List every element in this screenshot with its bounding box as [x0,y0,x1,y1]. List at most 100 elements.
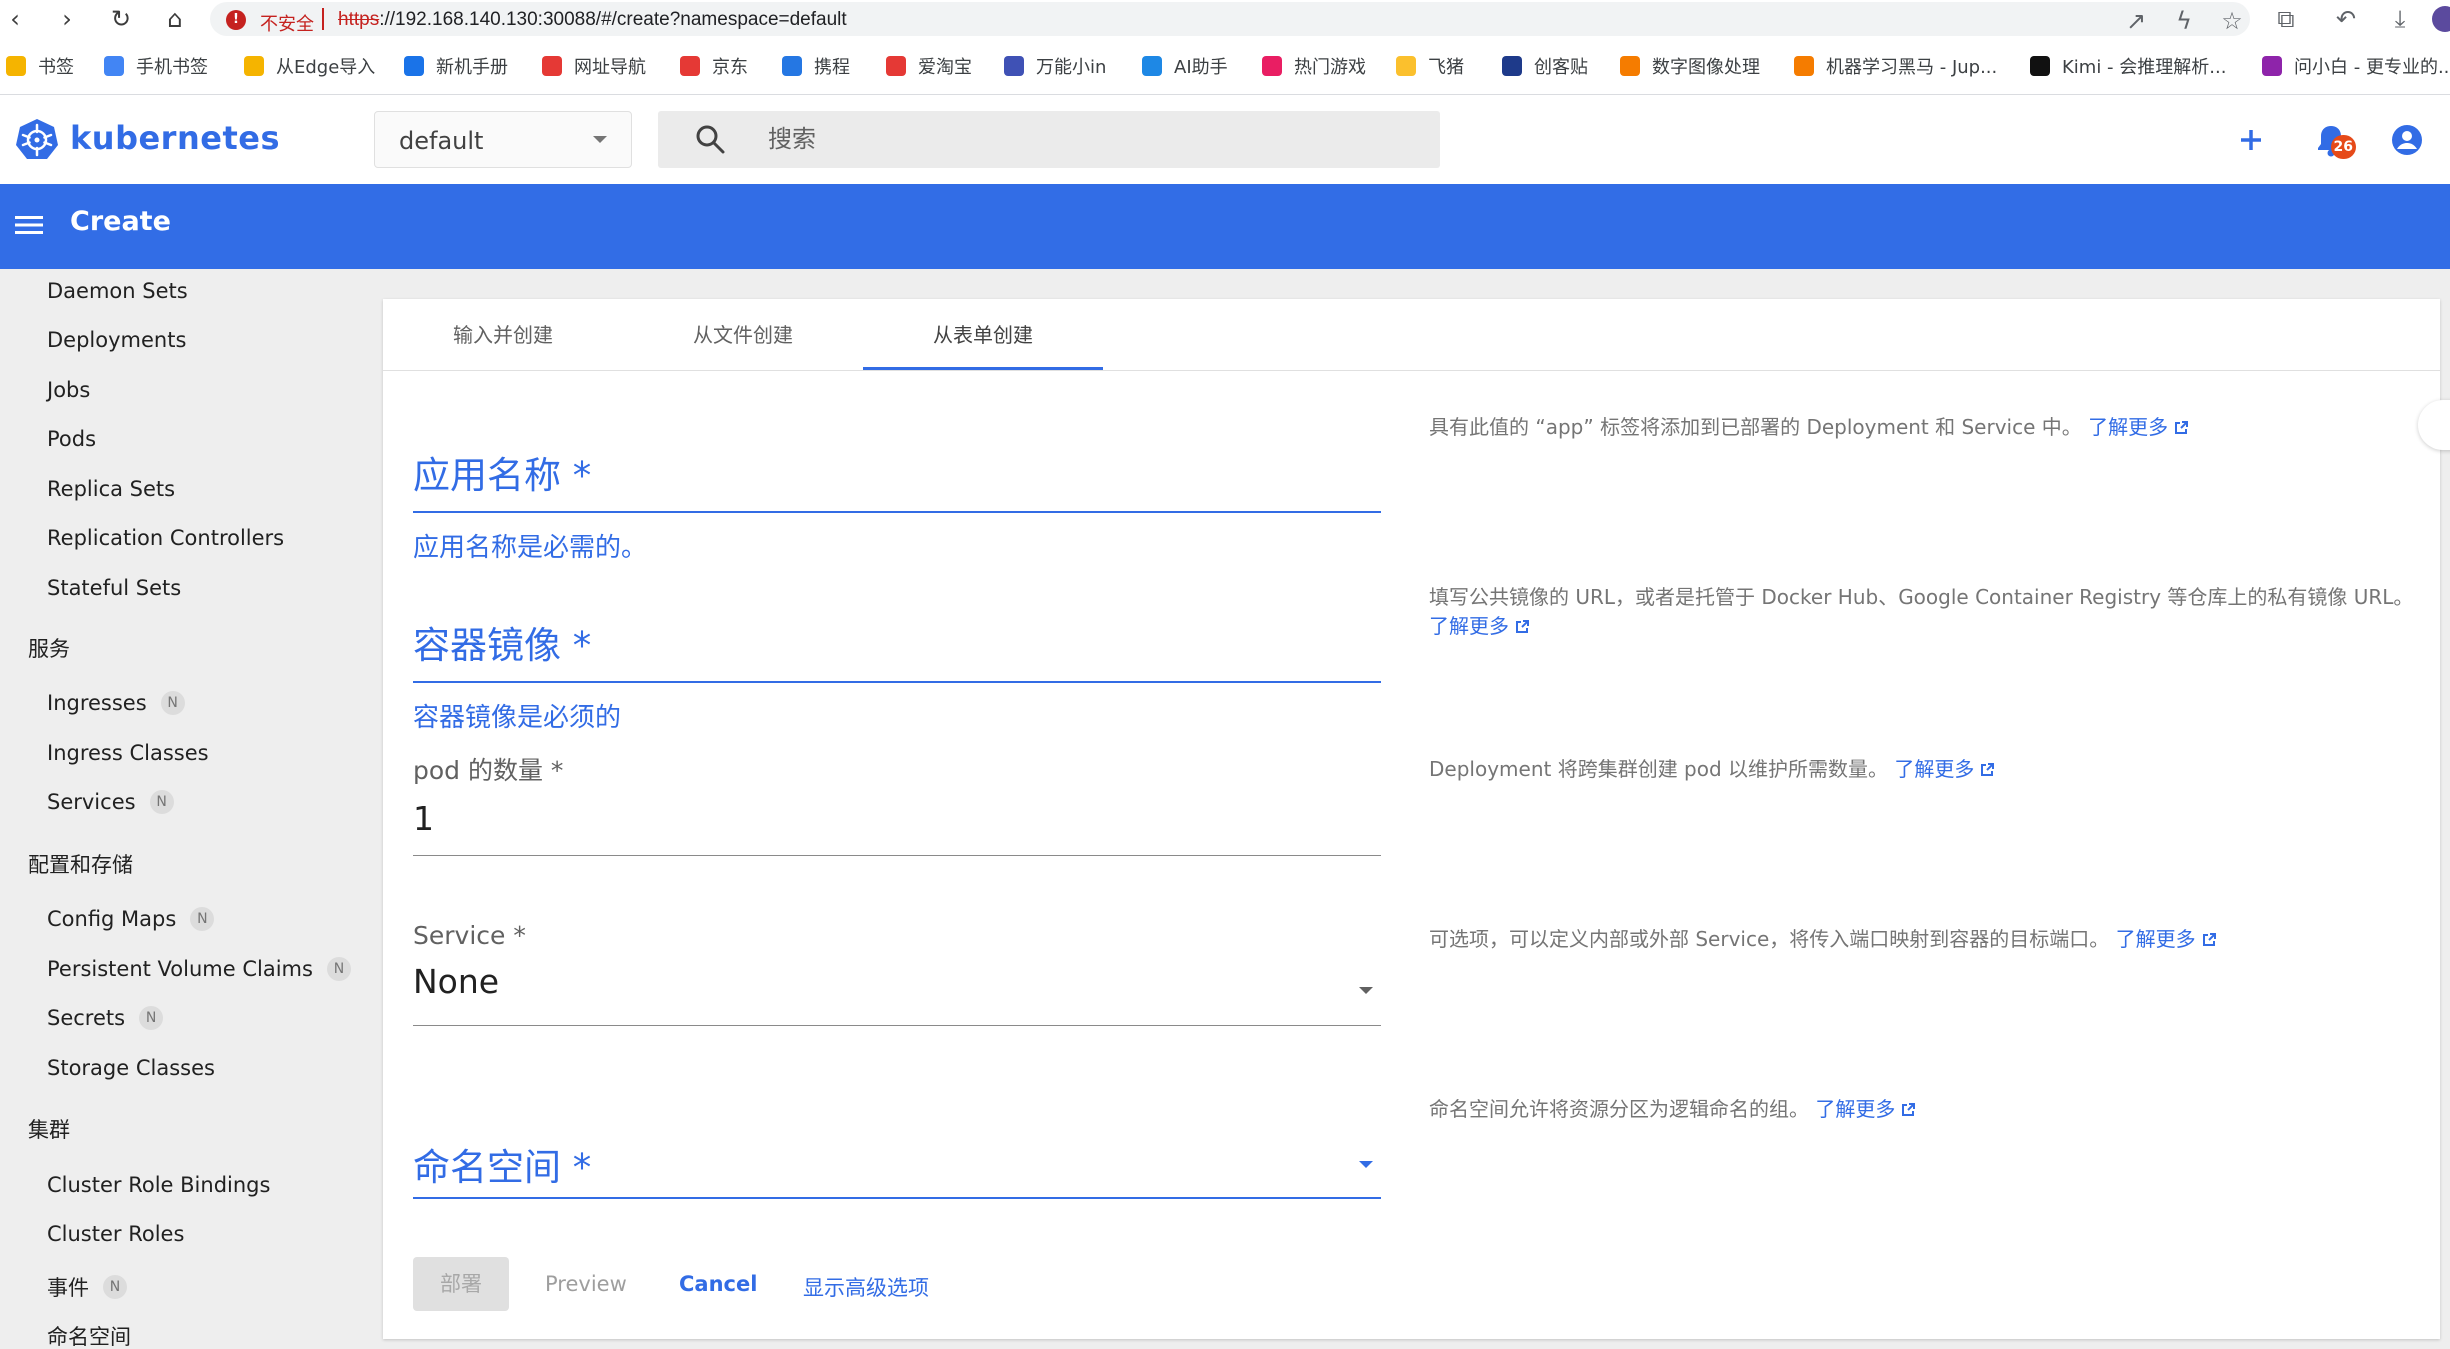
bookmark-item[interactable]: 热门游戏 [1262,54,1366,78]
sidebar-item-daemon-sets[interactable]: Daemon Sets [47,279,188,303]
url-bar[interactable]: ! 不安全 https://192.168.140.130:30088/#/cr… [210,2,2250,36]
notifications-button[interactable]: 26 [2306,115,2356,165]
bookmark-item[interactable]: 从Edge导入 [244,54,375,78]
bookmark-item[interactable]: 数字图像处理 [1620,54,1760,78]
container-image-underline [413,681,1381,683]
namespace-select-value: default [399,127,484,155]
tab-create-from-file[interactable]: 从文件创建 [623,299,863,371]
reload-icon[interactable]: ↻ [106,4,136,34]
phone-bookmark-icon [104,56,124,76]
namespaced-badge: N [139,1006,164,1030]
sidebar-item-replica-sets[interactable]: Replica Sets [47,477,175,501]
bookmark-item[interactable]: 京东 [680,54,748,78]
sidebar-item-deployments[interactable]: Deployments [47,328,186,352]
security-warning-icon[interactable]: ! [226,10,246,30]
forward-icon[interactable]: › [52,4,82,34]
bookmark-label: 手机书签 [136,57,208,78]
bookmark-item[interactable]: 新机手册 [404,54,508,78]
pod-count-underline [413,855,1381,856]
bookmark-item[interactable]: 网址导航 [542,54,646,78]
logo-text[interactable]: kubernetes [70,119,280,157]
container-image-label: 容器镜像 * [413,624,592,667]
sidebar-item-ingresses[interactable]: Ingresses N [47,691,185,715]
learn-more-link[interactable]: 了解更多 [1815,1097,1916,1121]
sidebar-item-persistent-volume-claims[interactable]: Persistent Volume Claims N [47,957,351,981]
bookmark-item[interactable]: AI助手 [1142,54,1228,78]
bookmark-label: 热门游戏 [1294,57,1366,78]
security-label[interactable]: 不安全 [260,10,314,36]
folder-icon [244,56,264,76]
bookmark-label: 网址导航 [574,57,646,78]
external-link-icon [2175,421,2189,434]
search-icon [696,125,725,154]
lightning-icon[interactable]: ϟ [2168,6,2200,36]
bookmark-item[interactable]: Kimi - 会推理解析... [2030,54,2226,78]
app-name-help: 具有此值的 “app” 标签将添加到已部署的 Deployment 和 Serv… [1429,413,2189,442]
container-image-field[interactable]: 容器镜像 * [413,615,1381,685]
menu-icon[interactable] [14,210,44,240]
sidebar-item-secrets[interactable]: Secrets N [47,1006,164,1030]
learn-more-link[interactable]: 了解更多 [1894,757,1995,781]
extensions-icon[interactable]: ⧉ [2270,4,2302,34]
namespaced-badge: N [103,1275,127,1299]
learn-more-link[interactable]: 了解更多 [1429,614,1529,638]
sidebar-item-stateful-sets[interactable]: Stateful Sets [47,576,181,600]
sidebar-item-jobs[interactable]: Jobs [47,378,90,402]
home-icon[interactable]: ⌂ [160,4,190,34]
deploy-button[interactable]: 部署 [413,1257,509,1311]
bookmark-item[interactable]: 爱淘宝 [886,54,972,78]
kimi-icon [2030,56,2050,76]
pod-count-field[interactable]: pod 的数量 * 1 [413,751,1381,857]
share-icon[interactable]: ↗ [2120,6,2152,36]
app-name-field[interactable]: 应用名称 * [413,445,1381,515]
sidebar-item-cluster-role-bindings[interactable]: Cluster Role Bindings [47,1173,270,1197]
pod-count-value[interactable]: 1 [413,799,1381,838]
star-icon[interactable]: ☆ [2216,6,2248,36]
search-input[interactable] [768,121,1408,157]
learn-more-link[interactable]: 了解更多 [2116,927,2216,951]
bookmark-item[interactable]: 机器学习黑马 - Jup... [1794,54,1997,78]
tab-create-from-form[interactable]: 从表单创建 [863,299,1103,371]
cancel-button[interactable]: Cancel [679,1272,757,1296]
sidebar-item-storage-classes[interactable]: Storage Classes [47,1056,215,1080]
search-bar[interactable] [658,111,1440,168]
bookmark-item[interactable]: 手机书签 [104,54,208,78]
url-separator [322,8,324,30]
undo-history-icon[interactable]: ↶ [2330,4,2362,34]
account-icon[interactable] [2382,115,2432,165]
sidebar-item-services[interactable]: Services N [47,790,174,814]
sidebar-item-pods[interactable]: Pods [47,427,96,451]
taobao-icon [886,56,906,76]
bookmark-item[interactable]: 携程 [782,54,850,78]
sidebar-item-ingress-classes[interactable]: Ingress Classes [47,741,209,765]
kubernetes-logo-icon[interactable] [14,117,60,163]
create-tabs: 输入并创建 从文件创建 从表单创建 [383,299,2440,371]
profile-avatar[interactable] [2432,6,2450,32]
bookmark-item[interactable]: 飞猪 [1396,54,1464,78]
learn-more-link[interactable]: 了解更多 [2088,415,2189,439]
bookmark-item[interactable]: 万能小in [1004,54,1106,78]
sidebar-item-config-maps[interactable]: Config Maps N [47,907,215,931]
bookmark-label: 创客贴 [1534,57,1588,78]
sidebar-item-cluster-roles[interactable]: Cluster Roles [47,1222,184,1246]
preview-button[interactable]: Preview [545,1272,627,1296]
bookmark-item[interactable]: 问小白 - 更专业的... [2262,54,2450,78]
create-plus-icon[interactable] [2226,115,2276,165]
notebook-icon [1794,56,1814,76]
sidebar-item-replication-controllers[interactable]: Replication Controllers [47,526,284,550]
tab-create-from-input[interactable]: 输入并创建 [383,299,623,371]
app-name-underline [413,511,1381,513]
sidebar-item-events[interactable]: 事件 N [47,1272,127,1302]
back-icon[interactable]: ‹ [0,4,30,34]
namespace-select[interactable]: default [374,111,632,168]
bookmark-item[interactable]: 创客贴 [1502,54,1588,78]
download-icon[interactable]: ⤓ [2384,4,2416,34]
bookmark-label: 新机手册 [436,57,508,78]
url-text[interactable]: https://192.168.140.130:30088/#/create?n… [338,9,847,31]
bookmark-item[interactable]: 书签 [6,54,74,78]
service-select[interactable]: Service * None [413,921,1381,1027]
sidebar-item-namespaces[interactable]: 命名空间 [47,1321,131,1349]
namespace-field-select[interactable]: 命名空间 * [413,1137,1381,1199]
show-advanced-options-button[interactable]: 显示高级选项 [803,1272,929,1302]
bookmark-label: 携程 [814,57,850,78]
